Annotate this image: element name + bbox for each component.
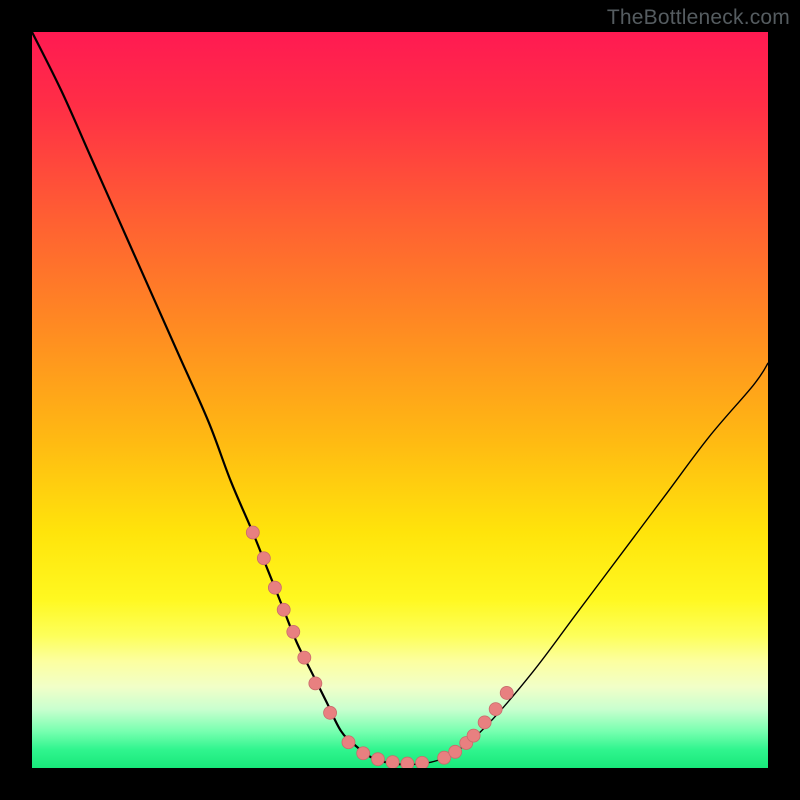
curve-marker: [416, 756, 429, 768]
curve-marker: [449, 745, 462, 758]
curve-marker: [268, 581, 281, 594]
curve-markers: [246, 526, 513, 768]
curve-layer: [32, 32, 768, 768]
watermark-text: TheBottleneck.com: [607, 6, 790, 30]
curve-right-segment: [400, 363, 768, 764]
curve-marker: [277, 603, 290, 616]
curve-left-segment: [32, 32, 400, 764]
curve-marker: [386, 756, 399, 768]
chart-stage: TheBottleneck.com: [0, 0, 800, 800]
curve-marker: [357, 747, 370, 760]
curve-marker: [489, 703, 502, 716]
curve-marker: [257, 552, 270, 565]
curve-marker: [401, 757, 414, 768]
curve-marker: [298, 651, 311, 664]
curve-marker: [371, 753, 384, 766]
plot-area: [32, 32, 768, 768]
curve-marker: [324, 706, 337, 719]
curve-marker: [478, 716, 491, 729]
curve-marker: [287, 625, 300, 638]
curve-marker: [246, 526, 259, 539]
curve-marker: [342, 736, 355, 749]
curve-marker: [467, 729, 480, 742]
curve-marker: [500, 686, 513, 699]
curve-marker: [309, 677, 322, 690]
